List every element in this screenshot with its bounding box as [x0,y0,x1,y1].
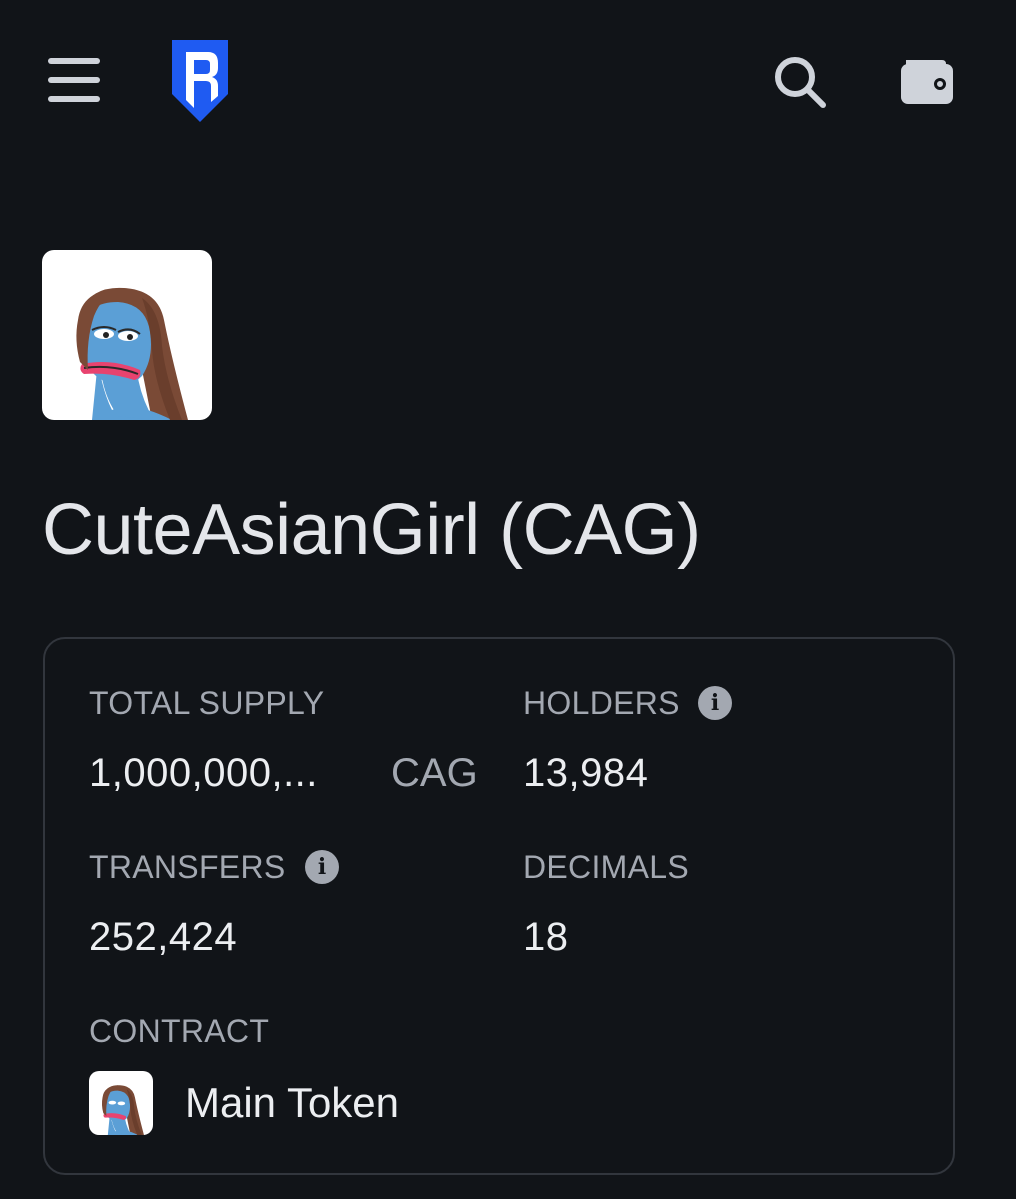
pepe-girl-avatar-icon [101,1085,144,1135]
holders-value: 13,984 [523,751,649,795]
total-supply-unit: CAG [391,751,478,795]
decimals-label: DECIMALS [523,849,689,885]
wallet-icon[interactable] [898,56,956,106]
transfers-label: TRANSFERS [89,849,286,885]
contract-avatar [89,1071,153,1135]
token-info-card: TOTAL SUPPLY 1,000,000,... CAG HOLDERS i… [43,637,955,1175]
holders-label: HOLDERS [523,685,680,721]
top-navigation-bar [0,0,1016,165]
token-avatar [42,250,212,420]
contract-label: CONTRACT [89,1013,270,1049]
transfers-value: 252,424 [89,915,238,959]
decimals-value: 18 [523,915,569,959]
pepe-girl-avatar-icon [76,287,188,420]
transfers-info-icon[interactable]: i [305,850,339,884]
hamburger-menu-icon[interactable] [48,56,100,104]
total-supply-value: 1,000,000,... [89,751,318,795]
token-title: CuteAsianGirl (CAG) [42,490,701,570]
total-supply-label: TOTAL SUPPLY [89,685,325,721]
holders-info-icon[interactable]: i [698,686,732,720]
contract-name[interactable]: Main Token [185,1077,399,1129]
search-icon[interactable] [772,54,828,110]
ronin-logo-icon[interactable] [168,38,232,124]
